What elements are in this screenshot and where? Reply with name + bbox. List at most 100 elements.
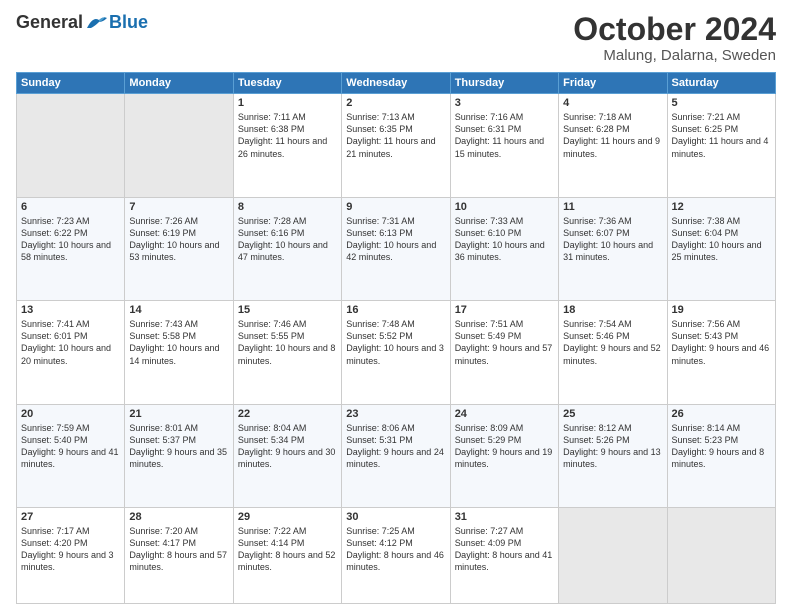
day-info: Sunrise: 7:28 AM Sunset: 6:16 PM Dayligh… xyxy=(238,215,337,264)
calendar-cell: 16 Sunrise: 7:48 AM Sunset: 5:52 PM Dayli… xyxy=(342,301,450,404)
day-number: 11 xyxy=(563,201,662,213)
day-info: Sunrise: 7:36 AM Sunset: 6:07 PM Dayligh… xyxy=(563,215,662,264)
weekday-header-tuesday: Tuesday xyxy=(233,73,341,94)
weekday-header-thursday: Thursday xyxy=(450,73,558,94)
day-info: Sunrise: 7:41 AM Sunset: 6:01 PM Dayligh… xyxy=(21,318,120,367)
calendar-cell: 8 Sunrise: 7:28 AM Sunset: 6:16 PM Daylig… xyxy=(233,197,341,300)
calendar-cell xyxy=(667,508,775,604)
calendar-week-row: 27 Sunrise: 7:17 AM Sunset: 4:20 PM Dayli… xyxy=(17,508,776,604)
day-number: 20 xyxy=(21,408,120,420)
calendar-cell: 1 Sunrise: 7:11 AM Sunset: 6:38 PM Daylig… xyxy=(233,94,341,197)
day-number: 10 xyxy=(455,201,554,213)
day-number: 15 xyxy=(238,304,337,316)
day-number: 31 xyxy=(455,511,554,523)
day-info: Sunrise: 7:59 AM Sunset: 5:40 PM Dayligh… xyxy=(21,422,120,471)
calendar-cell: 24Sunrise: 8:09 AM Sunset: 5:29 PM Dayli… xyxy=(450,404,558,507)
calendar-cell: 23 Sunrise: 8:06 AM Sunset: 5:31 PM Dayli… xyxy=(342,404,450,507)
day-number: 5 xyxy=(672,97,771,109)
page: General Blue October 2024 Malung, Dalarn… xyxy=(0,0,792,612)
weekday-header-row: SundayMondayTuesdayWednesdayThursdayFrid… xyxy=(17,73,776,94)
day-number: 30 xyxy=(346,511,445,523)
day-info: Sunrise: 7:20 AM Sunset: 4:17 PM Dayligh… xyxy=(129,525,228,574)
weekday-header-monday: Monday xyxy=(125,73,233,94)
calendar-cell xyxy=(125,94,233,197)
day-info: Sunrise: 8:06 AM Sunset: 5:31 PM Dayligh… xyxy=(346,422,445,471)
day-info: Sunrise: 8:04 AM Sunset: 5:34 PM Dayligh… xyxy=(238,422,337,471)
day-info: Sunrise: 7:21 AM Sunset: 6:25 PM Dayligh… xyxy=(672,111,771,160)
calendar-cell: 30 Sunrise: 7:25 AM Sunset: 4:12 PM Dayli… xyxy=(342,508,450,604)
weekday-header-sunday: Sunday xyxy=(17,73,125,94)
calendar-cell: 3 Sunrise: 7:16 AM Sunset: 6:31 PM Daylig… xyxy=(450,94,558,197)
day-number: 8 xyxy=(238,201,337,213)
calendar-cell: 29 Sunrise: 7:22 AM Sunset: 4:14 PM Dayli… xyxy=(233,508,341,604)
title-block: October 2024 Malung, Dalarna, Sweden xyxy=(573,12,776,64)
day-number: 19 xyxy=(672,304,771,316)
day-info: Sunrise: 7:27 AM Sunset: 4:09 PM Dayligh… xyxy=(455,525,554,574)
calendar-cell: 26 Sunrise: 8:14 AM Sunset: 5:23 PM Dayli… xyxy=(667,404,775,507)
day-info: Sunrise: 7:13 AM Sunset: 6:35 PM Dayligh… xyxy=(346,111,445,160)
calendar-cell: 15Sunrise: 7:46 AM Sunset: 5:55 PM Dayli… xyxy=(233,301,341,404)
day-number: 6 xyxy=(21,201,120,213)
calendar-cell: 5 Sunrise: 7:21 AM Sunset: 6:25 PM Daylig… xyxy=(667,94,775,197)
day-info: Sunrise: 8:14 AM Sunset: 5:23 PM Dayligh… xyxy=(672,422,771,471)
weekday-header-wednesday: Wednesday xyxy=(342,73,450,94)
calendar-week-row: 1 Sunrise: 7:11 AM Sunset: 6:38 PM Daylig… xyxy=(17,94,776,197)
day-number: 4 xyxy=(563,97,662,109)
day-number: 3 xyxy=(455,97,554,109)
calendar-cell: 31 Sunrise: 7:27 AM Sunset: 4:09 PM Dayli… xyxy=(450,508,558,604)
day-info: Sunrise: 8:01 AM Sunset: 5:37 PM Dayligh… xyxy=(129,422,228,471)
calendar-cell: 20 Sunrise: 7:59 AM Sunset: 5:40 PM Dayli… xyxy=(17,404,125,507)
day-info: Sunrise: 7:16 AM Sunset: 6:31 PM Dayligh… xyxy=(455,111,554,160)
calendar-cell: 11 Sunrise: 7:36 AM Sunset: 6:07 PM Dayli… xyxy=(559,197,667,300)
month-title: October 2024 xyxy=(573,12,776,47)
day-number: 23 xyxy=(346,408,445,420)
day-number: 16 xyxy=(346,304,445,316)
day-number: 27 xyxy=(21,511,120,523)
calendar-cell: 18Sunrise: 7:54 AM Sunset: 5:46 PM Dayli… xyxy=(559,301,667,404)
calendar-cell: 25 Sunrise: 8:12 AM Sunset: 5:26 PM Dayli… xyxy=(559,404,667,507)
day-number: 2 xyxy=(346,97,445,109)
calendar-week-row: 6 Sunrise: 7:23 AM Sunset: 6:22 PM Daylig… xyxy=(17,197,776,300)
day-number: 25 xyxy=(563,408,662,420)
day-number: 18 xyxy=(563,304,662,316)
day-info: Sunrise: 7:23 AM Sunset: 6:22 PM Dayligh… xyxy=(21,215,120,264)
logo-general-text: General xyxy=(16,12,83,33)
calendar-cell: 2 Sunrise: 7:13 AM Sunset: 6:35 PM Daylig… xyxy=(342,94,450,197)
calendar-cell: 21Sunrise: 8:01 AM Sunset: 5:37 PM Dayli… xyxy=(125,404,233,507)
day-number: 28 xyxy=(129,511,228,523)
header: General Blue October 2024 Malung, Dalarn… xyxy=(16,12,776,64)
day-number: 29 xyxy=(238,511,337,523)
calendar-cell: 9 Sunrise: 7:31 AM Sunset: 6:13 PM Daylig… xyxy=(342,197,450,300)
day-info: Sunrise: 7:22 AM Sunset: 4:14 PM Dayligh… xyxy=(238,525,337,574)
day-number: 1 xyxy=(238,97,337,109)
day-info: Sunrise: 7:43 AM Sunset: 5:58 PM Dayligh… xyxy=(129,318,228,367)
day-info: Sunrise: 7:26 AM Sunset: 6:19 PM Dayligh… xyxy=(129,215,228,264)
day-info: Sunrise: 7:33 AM Sunset: 6:10 PM Dayligh… xyxy=(455,215,554,264)
day-info: Sunrise: 7:48 AM Sunset: 5:52 PM Dayligh… xyxy=(346,318,445,367)
day-number: 12 xyxy=(672,201,771,213)
calendar-cell: 28 Sunrise: 7:20 AM Sunset: 4:17 PM Dayli… xyxy=(125,508,233,604)
day-info: Sunrise: 7:11 AM Sunset: 6:38 PM Dayligh… xyxy=(238,111,337,160)
day-number: 7 xyxy=(129,201,228,213)
day-info: Sunrise: 7:51 AM Sunset: 5:49 PM Dayligh… xyxy=(455,318,554,367)
day-info: Sunrise: 7:31 AM Sunset: 6:13 PM Dayligh… xyxy=(346,215,445,264)
day-number: 24 xyxy=(455,408,554,420)
day-number: 14 xyxy=(129,304,228,316)
day-number: 9 xyxy=(346,201,445,213)
calendar-table: SundayMondayTuesdayWednesdayThursdayFrid… xyxy=(16,72,776,604)
calendar-cell: 6 Sunrise: 7:23 AM Sunset: 6:22 PM Daylig… xyxy=(17,197,125,300)
day-info: Sunrise: 8:12 AM Sunset: 5:26 PM Dayligh… xyxy=(563,422,662,471)
calendar-cell xyxy=(17,94,125,197)
day-number: 17 xyxy=(455,304,554,316)
day-info: Sunrise: 7:56 AM Sunset: 5:43 PM Dayligh… xyxy=(672,318,771,367)
calendar-cell: 10 Sunrise: 7:33 AM Sunset: 6:10 PM Dayli… xyxy=(450,197,558,300)
day-number: 26 xyxy=(672,408,771,420)
calendar-week-row: 20 Sunrise: 7:59 AM Sunset: 5:40 PM Dayli… xyxy=(17,404,776,507)
calendar-cell: 27 Sunrise: 7:17 AM Sunset: 4:20 PM Dayli… xyxy=(17,508,125,604)
day-info: Sunrise: 7:38 AM Sunset: 6:04 PM Dayligh… xyxy=(672,215,771,264)
day-number: 13 xyxy=(21,304,120,316)
day-info: Sunrise: 7:25 AM Sunset: 4:12 PM Dayligh… xyxy=(346,525,445,574)
day-info: Sunrise: 7:17 AM Sunset: 4:20 PM Dayligh… xyxy=(21,525,120,574)
day-info: Sunrise: 7:18 AM Sunset: 6:28 PM Dayligh… xyxy=(563,111,662,160)
calendar-cell: 7 Sunrise: 7:26 AM Sunset: 6:19 PM Daylig… xyxy=(125,197,233,300)
